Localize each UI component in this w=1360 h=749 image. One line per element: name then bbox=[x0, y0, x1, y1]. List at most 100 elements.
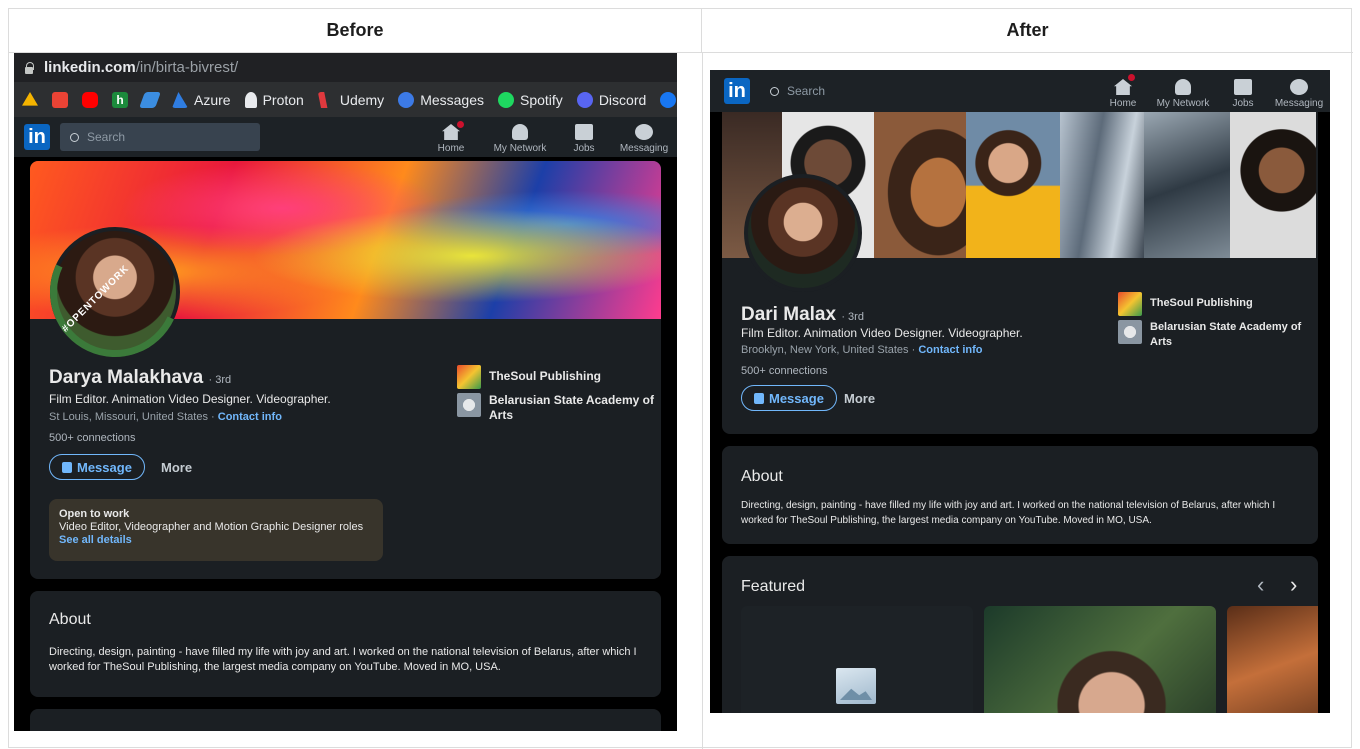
url-host: linkedin.com bbox=[44, 59, 136, 76]
bookmark-facebook[interactable] bbox=[660, 92, 677, 108]
nav-jobs[interactable]: Jobs bbox=[1218, 70, 1268, 112]
search-input[interactable]: Search bbox=[60, 123, 260, 151]
open-to-work-card[interactable]: Open to work Video Editor, Videographer … bbox=[49, 499, 383, 561]
nav-label: Home bbox=[437, 143, 465, 154]
org-belarusian-academy[interactable]: Belarusian State Academy of Arts bbox=[457, 393, 657, 423]
nav-home[interactable]: Home bbox=[419, 117, 483, 157]
bookmark-h[interactable]: h bbox=[112, 92, 128, 108]
org-thesoul[interactable]: TheSoul Publishing bbox=[1118, 292, 1313, 316]
bookmark-udemy[interactable]: Udemy bbox=[317, 92, 384, 108]
nav-items: Home My Network Jobs Messaging bbox=[1098, 70, 1330, 110]
nav-my-network[interactable]: My Network bbox=[1148, 70, 1218, 112]
org-thesoul[interactable]: TheSoul Publishing bbox=[457, 365, 657, 389]
address-bar[interactable]: linkedin.com/in/birta-bivrest/ bbox=[14, 53, 677, 83]
bookmark-label: Messages bbox=[420, 92, 484, 108]
chevron-left-icon[interactable]: ‹ bbox=[1257, 572, 1264, 598]
network-icon bbox=[1175, 79, 1191, 95]
url-path: /in/birta-bivrest/ bbox=[135, 59, 239, 76]
org-label: TheSoul Publishing bbox=[1150, 297, 1253, 309]
org-belarusian-academy[interactable]: Belarusian State Academy of Arts bbox=[1118, 320, 1313, 350]
bookmark-discord[interactable]: Discord bbox=[576, 92, 646, 108]
network-icon bbox=[512, 124, 528, 140]
message-button[interactable]: Message bbox=[49, 454, 145, 480]
profile-headline: Film Editor. Animation Video Designer. V… bbox=[49, 392, 331, 406]
youtube-icon bbox=[82, 92, 98, 108]
messaging-icon bbox=[1290, 79, 1308, 95]
notification-badge bbox=[1126, 72, 1137, 83]
banner-photo bbox=[874, 112, 966, 258]
org-label: TheSoul Publishing bbox=[489, 369, 601, 383]
connections-count[interactable]: 500+ connections bbox=[49, 432, 136, 444]
nav-label: Jobs bbox=[573, 143, 595, 154]
nav-label: Jobs bbox=[1232, 98, 1254, 109]
thesoul-logo-icon bbox=[457, 365, 481, 389]
drive-icon bbox=[22, 92, 38, 106]
proton-icon bbox=[244, 92, 257, 108]
connection-degree: · 3rd bbox=[208, 374, 232, 386]
profile-location: Brooklyn, New York, United States · Cont… bbox=[741, 344, 982, 356]
messaging-icon bbox=[635, 124, 653, 140]
search-input[interactable]: Search bbox=[760, 77, 956, 105]
name-text: Dari Malax bbox=[741, 304, 837, 325]
featured-item[interactable] bbox=[1227, 606, 1318, 713]
message-button[interactable]: Message bbox=[741, 385, 837, 411]
bookmark-gmail[interactable] bbox=[52, 92, 68, 108]
image-placeholder-icon bbox=[836, 668, 876, 704]
location-text: Brooklyn, New York, United States · bbox=[741, 344, 916, 356]
lock-icon bbox=[754, 392, 764, 404]
avatar[interactable] bbox=[744, 174, 862, 292]
name-text: Darya Malakhava bbox=[49, 367, 204, 388]
nav-messaging[interactable]: Messaging bbox=[1268, 70, 1330, 112]
udemy-icon bbox=[317, 92, 328, 108]
bookmark-azure[interactable]: Azure bbox=[172, 92, 231, 108]
bookmark-drive[interactable] bbox=[22, 92, 38, 108]
profile-name: Dari Malax · 3rd bbox=[741, 304, 864, 326]
about-text: Directing, design, painting - have fille… bbox=[49, 646, 637, 673]
nav-my-network[interactable]: My Network bbox=[483, 117, 557, 157]
azure-icon bbox=[172, 92, 188, 108]
banner-photo bbox=[966, 112, 1060, 258]
featured-item[interactable] bbox=[741, 606, 973, 713]
nav-home[interactable]: Home bbox=[1098, 70, 1148, 112]
nav-label: Messaging bbox=[619, 143, 669, 154]
contact-info-link[interactable]: Contact info bbox=[918, 344, 982, 356]
lock-icon bbox=[62, 461, 72, 473]
more-button[interactable]: More bbox=[836, 385, 883, 411]
message-label: Message bbox=[77, 459, 132, 475]
bookmark-link[interactable] bbox=[139, 92, 161, 108]
chevron-right-icon[interactable]: › bbox=[1290, 572, 1297, 598]
featured-item[interactable] bbox=[984, 606, 1216, 713]
profile-body: #OPENTOWORK Darya Malakhava · 3rd Film E… bbox=[14, 157, 677, 731]
search-icon bbox=[70, 132, 79, 142]
bookmark-youtube[interactable] bbox=[82, 92, 98, 108]
jobs-icon bbox=[575, 124, 593, 140]
thesoul-logo-icon bbox=[1118, 292, 1142, 316]
bookmark-label: Proton bbox=[262, 92, 304, 108]
banner-photo bbox=[1144, 112, 1230, 258]
bookmark-messages[interactable]: Messages bbox=[398, 92, 484, 108]
see-all-details-link[interactable]: See all details bbox=[59, 534, 132, 546]
message-label: Message bbox=[769, 390, 824, 406]
discord-icon bbox=[576, 92, 593, 108]
spotify-icon bbox=[498, 92, 514, 108]
nav-label: My Network bbox=[493, 143, 547, 154]
gmail-icon bbox=[52, 92, 68, 108]
search-placeholder: Search bbox=[87, 130, 126, 144]
notification-badge bbox=[455, 119, 466, 130]
before-screenshot: linkedin.com/in/birta-bivrest/ h Azure P… bbox=[14, 53, 677, 731]
contact-info-link[interactable]: Contact info bbox=[218, 411, 282, 423]
connections-count[interactable]: 500+ connections bbox=[741, 365, 828, 377]
facebook-icon bbox=[660, 92, 677, 108]
nav-jobs[interactable]: Jobs bbox=[557, 117, 611, 157]
profile-name: Darya Malakhava · 3rd bbox=[49, 367, 231, 389]
banner-photo bbox=[1060, 112, 1144, 258]
linkedin-logo[interactable]: in bbox=[724, 78, 750, 104]
profile-headline: Film Editor. Animation Video Designer. V… bbox=[741, 326, 1023, 340]
linkedin-logo[interactable]: in bbox=[24, 124, 50, 150]
more-button[interactable]: More bbox=[153, 454, 200, 480]
nav-label: Home bbox=[1109, 98, 1137, 109]
bookmark-proton[interactable]: Proton bbox=[244, 92, 304, 108]
bookmark-spotify[interactable]: Spotify bbox=[498, 92, 563, 108]
search-placeholder: Search bbox=[787, 84, 826, 98]
nav-messaging[interactable]: Messaging bbox=[611, 117, 677, 157]
